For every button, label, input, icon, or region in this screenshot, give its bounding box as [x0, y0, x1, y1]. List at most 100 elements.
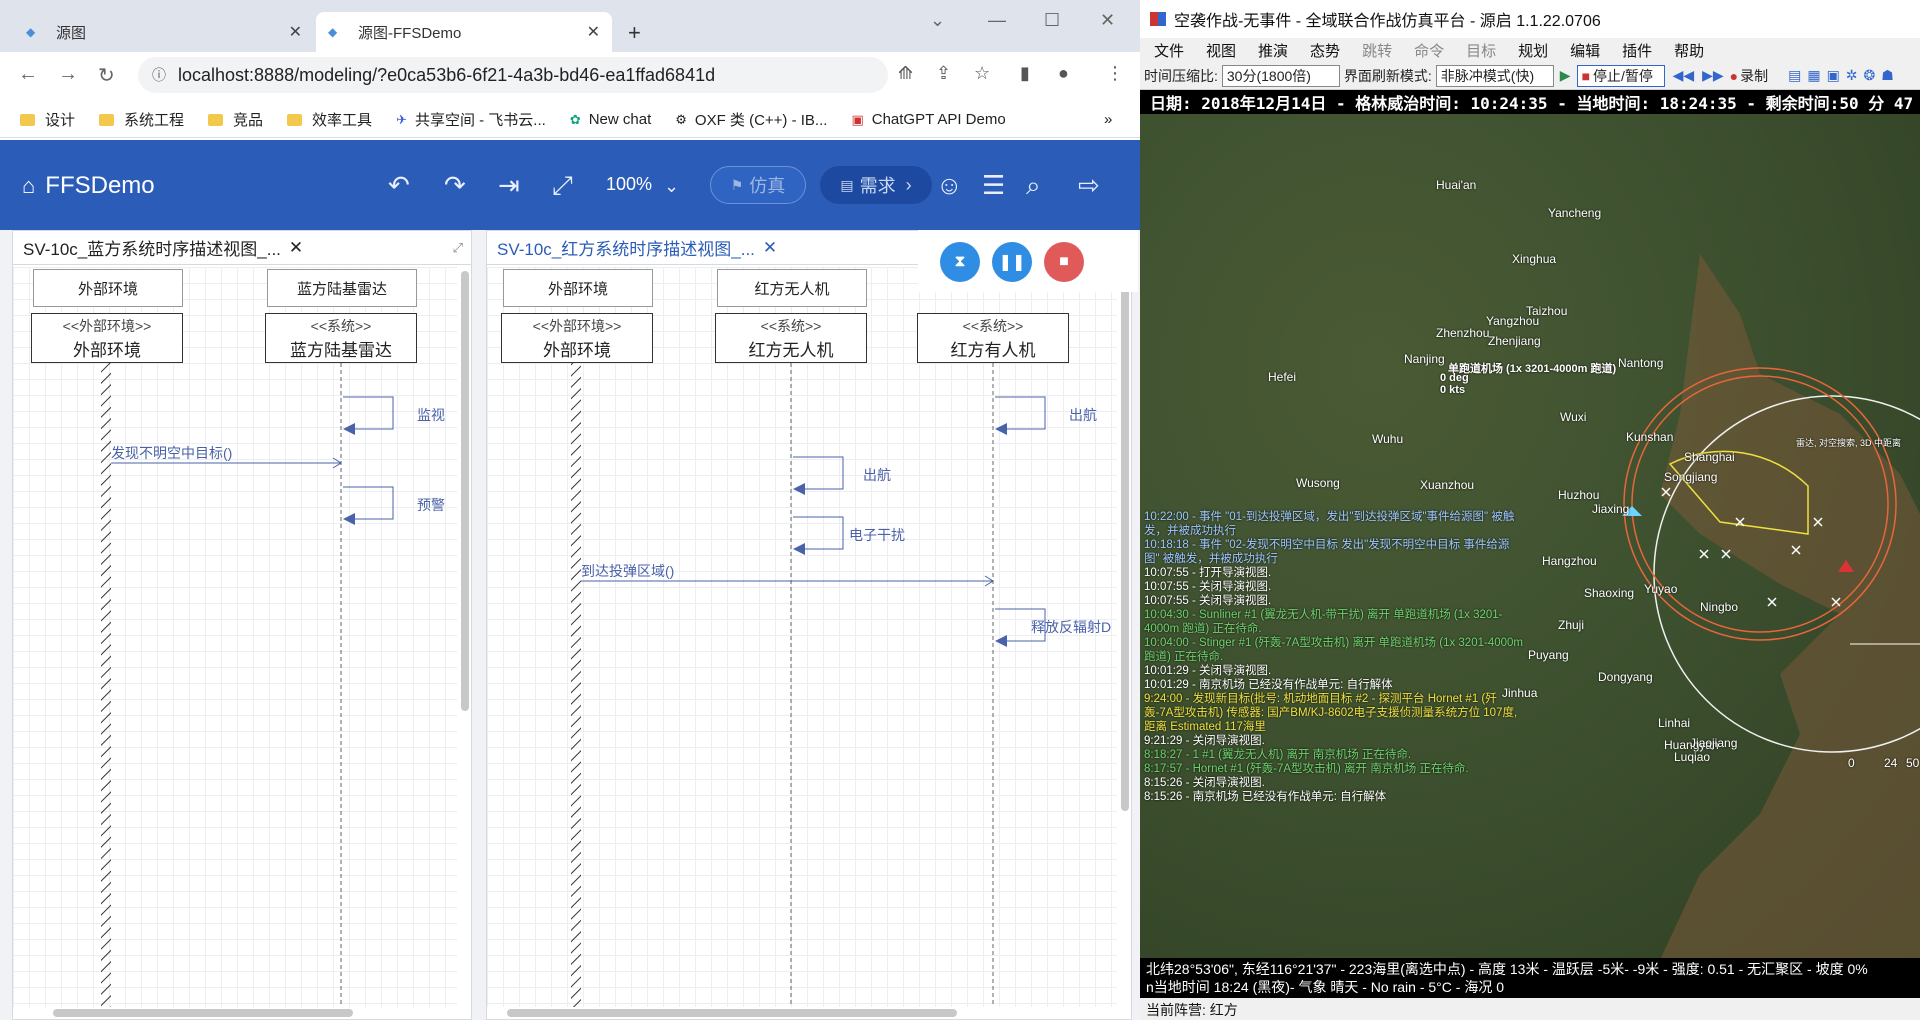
reload-icon[interactable]: ↻ — [98, 63, 115, 88]
more-icon[interactable]: ⋮ — [1106, 63, 1124, 84]
close-icon[interactable]: ✕ — [587, 22, 600, 42]
req-icon: ▤ — [840, 176, 854, 193]
sim-toolbar: 时间压缩比: 30分(1800倍) 界面刷新模式: 非脉冲模式(快) ▶ ■ 停止… — [1140, 62, 1920, 90]
chevron-down-icon[interactable]: ⌄ — [930, 10, 945, 31]
message-label[interactable]: 监视 — [417, 405, 445, 425]
arrowhead — [793, 543, 805, 555]
export-icon[interactable]: ⇥ — [498, 170, 520, 201]
stop-pause-button[interactable]: ■ 停止/暂停 — [1576, 64, 1665, 87]
undo-icon[interactable]: ↶ — [388, 170, 410, 201]
self-message-warning[interactable] — [343, 486, 394, 520]
pause-button[interactable]: ❚❚ — [992, 242, 1032, 282]
menu-command[interactable]: 命令 — [1414, 40, 1444, 61]
tab-ffsdemo[interactable]: ◆ 源图-FFSDemo ✕ — [316, 12, 612, 52]
refresh-select[interactable]: 非脉冲模式(快) — [1435, 64, 1554, 87]
menu-file[interactable]: 文件 — [1154, 40, 1184, 61]
bookmark-link[interactable]: ▣ ChatGPT API Demo — [851, 111, 1005, 128]
self-message-uav-sortie[interactable] — [793, 456, 844, 490]
bookmark-link[interactable]: ✿ New chat — [570, 111, 651, 128]
user-icon[interactable]: ☺ — [936, 170, 963, 201]
star-icon[interactable]: ☆ — [974, 63, 990, 84]
log-entry: 10:07:55 - 关闭导演视图. — [1144, 595, 1272, 607]
self-message-sortie[interactable] — [995, 396, 1046, 430]
rewind-icon[interactable]: ◀◀ — [1673, 67, 1695, 84]
redo-icon[interactable]: ↷ — [444, 170, 466, 201]
horizontal-scrollbar[interactable] — [507, 1009, 957, 1017]
tab-yuantu[interactable]: ◆ 源图 ✕ — [14, 12, 314, 52]
menu-help[interactable]: 帮助 — [1674, 40, 1704, 61]
log-entry: 10:01:29 - 关闭导演视图. — [1144, 665, 1272, 677]
maximize-icon[interactable]: ☐ — [1044, 10, 1060, 31]
message-label[interactable]: 到达投弹区域() — [581, 561, 674, 581]
message-label[interactable]: 预警 — [417, 495, 445, 515]
sidebar-icon[interactable]: ▮ — [1020, 63, 1030, 84]
api-icon: ▣ — [851, 111, 864, 127]
menu-view[interactable]: 视图 — [1206, 40, 1236, 61]
info-icon[interactable]: ⓘ — [152, 65, 166, 85]
new-tab-icon[interactable]: + — [628, 20, 641, 46]
diagram-canvas[interactable]: 外部环境 红方无人机 <<外部环境>> 外部环境 <<系统>> 红方无人机 <<… — [487, 267, 1117, 1007]
url-bar[interactable]: ⓘ localhost:8888/modeling/?e0ca53b6-6f21… — [138, 57, 888, 93]
menu-simulate[interactable]: 推演 — [1258, 40, 1288, 61]
message-label[interactable]: 出航 — [1069, 405, 1097, 425]
play-icon[interactable]: ▶ — [1560, 67, 1571, 84]
map-view[interactable]: Huai'an Yancheng Xinghua Taizhou Yangzho… — [1140, 114, 1920, 960]
city-label: Nantong — [1618, 356, 1664, 370]
share-icon[interactable]: ⇪ — [936, 63, 951, 84]
stop-button[interactable]: ■ — [1044, 242, 1084, 282]
search-icon[interactable]: ⌕ — [1026, 170, 1041, 202]
app-title[interactable]: ⌂ FFSDemo — [22, 172, 155, 200]
bookmark-link[interactable]: ✈ 共享空间 - 飞书云... — [396, 109, 546, 130]
fullscreen-icon[interactable]: ⤢ — [552, 170, 573, 202]
horizontal-scrollbar[interactable] — [53, 1009, 353, 1017]
menu-plugin[interactable]: 插件 — [1622, 40, 1652, 61]
more-bookmarks-icon[interactable]: » — [1104, 111, 1112, 128]
vertical-scrollbar[interactable] — [461, 271, 469, 711]
bookmark-folder[interactable]: 系统工程 — [99, 109, 184, 130]
menu-situation[interactable]: 态势 — [1310, 40, 1340, 61]
lifeline-environment — [571, 363, 581, 1007]
compress-select[interactable]: 30分(1800倍) — [1221, 64, 1340, 87]
simulation-button[interactable]: ⚑ 仿真 — [710, 166, 806, 204]
close-icon[interactable]: ✕ — [763, 238, 777, 258]
bookmark-folder[interactable]: 设计 — [20, 109, 75, 130]
close-icon[interactable]: ✕ — [289, 22, 302, 42]
back-icon[interactable]: ← — [18, 63, 38, 86]
bookmark-folder[interactable]: 效率工具 — [287, 109, 372, 130]
chevron-down-icon[interactable]: ⌄ — [664, 176, 679, 197]
exit-icon[interactable]: ⇨ — [1078, 170, 1100, 201]
self-message-jamming[interactable] — [793, 516, 844, 550]
bookmark-folder[interactable]: 竞品 — [208, 109, 263, 130]
city-label: Wuhu — [1372, 432, 1404, 446]
zoom-level[interactable]: 100% — [606, 174, 652, 195]
message-label[interactable]: 电子干扰 — [849, 525, 905, 545]
panel-tab[interactable]: SV-10c_蓝方系统时序描述视图_... ✕ ⤢ — [13, 231, 471, 265]
message-label[interactable]: 发现不明空中目标() — [111, 443, 232, 463]
hourglass-button[interactable]: ⧗ — [940, 242, 980, 282]
radar-label[interactable]: 雷达, 对空搜索, 3D 中距离 — [1796, 436, 1901, 449]
message-label[interactable]: 出航 — [863, 465, 891, 485]
expand-icon[interactable]: ⤢ — [453, 240, 463, 256]
translate-icon[interactable]: ⟰ — [898, 63, 913, 84]
menu-target[interactable]: 目标 — [1466, 40, 1496, 61]
close-window-icon[interactable]: ✕ — [1100, 10, 1115, 31]
requirements-button[interactable]: ▤ 需求 › — [820, 166, 932, 204]
close-icon[interactable]: ✕ — [289, 238, 303, 258]
record-label[interactable]: 录制 — [1740, 66, 1768, 86]
menu-edit[interactable]: 编辑 — [1570, 40, 1600, 61]
record-icon[interactable]: ● — [1730, 68, 1738, 84]
bookmark-link[interactable]: ⚙ OXF 类 (C++) - IB... — [675, 109, 827, 130]
message-label[interactable]: 释放反辐射D — [1031, 617, 1111, 637]
vertical-scrollbar[interactable] — [1121, 271, 1129, 811]
airport-label[interactable]: 单跑道机场 (1x 3201-4000m 跑道) — [1448, 360, 1616, 376]
menu-jump[interactable]: 跳转 — [1362, 40, 1392, 61]
self-message-monitor[interactable] — [343, 396, 394, 430]
profile-icon[interactable]: ● — [1058, 63, 1069, 84]
list-icon[interactable]: ☰ — [982, 170, 1005, 201]
menu-plan[interactable]: 规划 — [1518, 40, 1548, 61]
toolbar-icons[interactable]: ▤▦▣✲❂☗ — [1788, 67, 1900, 84]
minimize-icon[interactable]: — — [988, 10, 1006, 31]
diagram-canvas[interactable]: 外部环境 蓝方陆基雷达 <<外部环境>> 外部环境 <<系统>> 蓝方陆基雷达 — [13, 267, 457, 1007]
fastforward-icon[interactable]: ▶▶ — [1702, 67, 1724, 84]
forward-icon[interactable]: → — [58, 63, 78, 86]
